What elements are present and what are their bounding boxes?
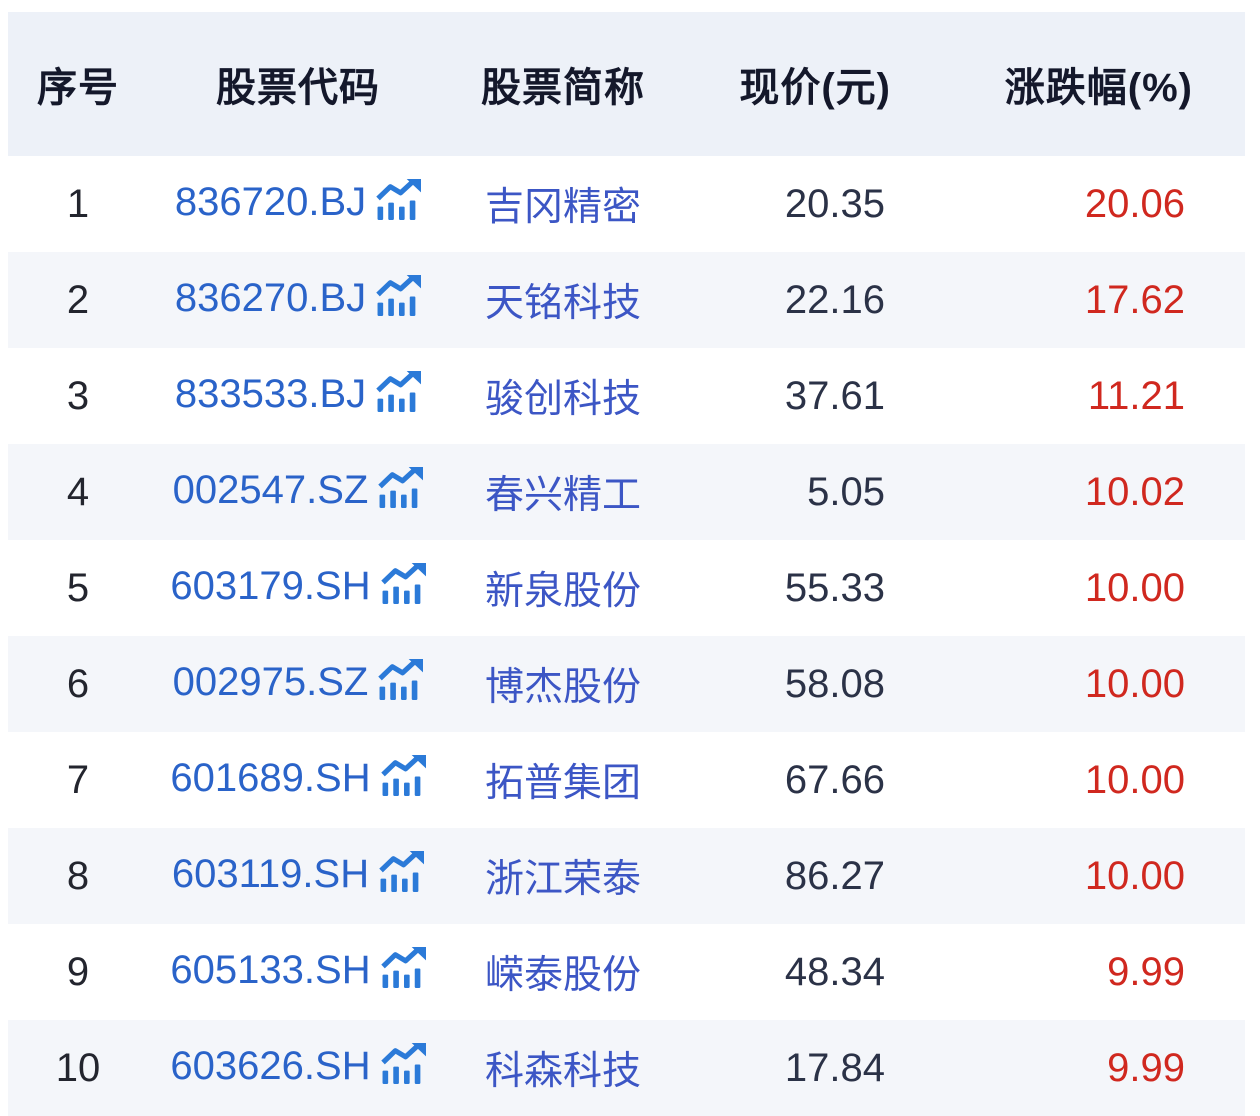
stock-code-cell[interactable]: 603626.SH bbox=[148, 1020, 448, 1116]
table-row: 4 002547.SZ 春兴精工 5.05 10.02 bbox=[8, 444, 1245, 540]
stock-price: 86.27 bbox=[678, 828, 893, 924]
trend-up-chart-icon[interactable] bbox=[376, 371, 421, 422]
stock-code-cell[interactable]: 833533.BJ bbox=[148, 348, 448, 444]
stock-name[interactable]: 浙江荣泰 bbox=[448, 828, 678, 924]
stock-change-pct: 17.62 bbox=[893, 252, 1245, 348]
table-row: 9 605133.SH 嵘泰股份 48.34 9.99 bbox=[8, 924, 1245, 1020]
stock-code-link[interactable]: 836270.BJ bbox=[175, 276, 366, 320]
stock-name[interactable]: 拓普集团 bbox=[448, 732, 678, 828]
stock-name[interactable]: 吉冈精密 bbox=[448, 156, 678, 252]
table-row: 6 002975.SZ 博杰股份 58.08 10.00 bbox=[8, 636, 1245, 732]
stock-price: 5.05 bbox=[678, 444, 893, 540]
trend-up-chart-icon[interactable] bbox=[376, 179, 421, 230]
trend-up-chart-icon[interactable] bbox=[381, 947, 426, 998]
table-row: 5 603179.SH 新泉股份 55.33 10.00 bbox=[8, 540, 1245, 636]
row-index: 8 bbox=[8, 828, 148, 924]
stock-price: 37.61 bbox=[678, 348, 893, 444]
stock-code-link[interactable]: 603179.SH bbox=[170, 564, 370, 608]
stock-price: 22.16 bbox=[678, 252, 893, 348]
trend-up-chart-icon[interactable] bbox=[381, 1043, 426, 1094]
stock-change-pct: 10.00 bbox=[893, 636, 1245, 732]
stock-code-cell[interactable]: 002547.SZ bbox=[148, 444, 448, 540]
stock-name[interactable]: 天铭科技 bbox=[448, 252, 678, 348]
row-index: 9 bbox=[8, 924, 148, 1020]
stock-name[interactable]: 嵘泰股份 bbox=[448, 924, 678, 1020]
stock-change-pct: 9.99 bbox=[893, 924, 1245, 1020]
stock-change-pct: 10.02 bbox=[893, 444, 1245, 540]
stock-change-pct: 10.00 bbox=[893, 732, 1245, 828]
stock-code-link[interactable]: 002975.SZ bbox=[173, 660, 369, 704]
stock-code-link[interactable]: 833533.BJ bbox=[175, 372, 366, 416]
stock-name[interactable]: 骏创科技 bbox=[448, 348, 678, 444]
stock-price: 17.84 bbox=[678, 1020, 893, 1116]
trend-up-chart-icon[interactable] bbox=[381, 563, 426, 614]
table-row: 1 836720.BJ 吉冈精密 20.35 20.06 bbox=[8, 156, 1245, 252]
stock-code-link[interactable]: 603626.SH bbox=[170, 1044, 370, 1088]
stock-code-link[interactable]: 002547.SZ bbox=[173, 468, 369, 512]
row-index: 2 bbox=[8, 252, 148, 348]
stock-code-link[interactable]: 836720.BJ bbox=[175, 180, 366, 224]
trend-up-chart-icon[interactable] bbox=[378, 659, 423, 710]
stock-price: 55.33 bbox=[678, 540, 893, 636]
row-index: 1 bbox=[8, 156, 148, 252]
stock-code-link[interactable]: 603119.SH bbox=[172, 852, 369, 896]
stock-name[interactable]: 博杰股份 bbox=[448, 636, 678, 732]
stock-price: 48.34 bbox=[678, 924, 893, 1020]
stock-code-cell[interactable]: 603119.SH bbox=[148, 828, 448, 924]
stock-code-cell[interactable]: 603179.SH bbox=[148, 540, 448, 636]
header-index: 序号 bbox=[8, 12, 148, 156]
trend-up-chart-icon[interactable] bbox=[376, 275, 421, 326]
table-row: 8 603119.SH 浙江荣泰 86.27 10.00 bbox=[8, 828, 1245, 924]
table-row: 10 603626.SH 科森科技 17.84 9.99 bbox=[8, 1020, 1245, 1116]
stock-price: 67.66 bbox=[678, 732, 893, 828]
row-index: 6 bbox=[8, 636, 148, 732]
stock-change-pct: 10.00 bbox=[893, 540, 1245, 636]
trend-up-chart-icon[interactable] bbox=[381, 755, 426, 806]
stock-table: 序号 股票代码 股票简称 现价(元) 涨跌幅(%) 1 836720.BJ 吉冈… bbox=[8, 12, 1245, 1116]
table-header-row: 序号 股票代码 股票简称 现价(元) 涨跌幅(%) bbox=[8, 12, 1245, 156]
stock-code-cell[interactable]: 605133.SH bbox=[148, 924, 448, 1020]
row-index: 4 bbox=[8, 444, 148, 540]
stock-name[interactable]: 新泉股份 bbox=[448, 540, 678, 636]
row-index: 5 bbox=[8, 540, 148, 636]
stock-change-pct: 20.06 bbox=[893, 156, 1245, 252]
header-price: 现价(元) bbox=[678, 12, 893, 156]
stock-code-cell[interactable]: 002975.SZ bbox=[148, 636, 448, 732]
table-row: 7 601689.SH 拓普集团 67.66 10.00 bbox=[8, 732, 1245, 828]
row-index: 10 bbox=[8, 1020, 148, 1116]
row-index: 7 bbox=[8, 732, 148, 828]
header-change: 涨跌幅(%) bbox=[893, 12, 1245, 156]
stock-price: 20.35 bbox=[678, 156, 893, 252]
header-code: 股票代码 bbox=[148, 12, 448, 156]
stock-code-cell[interactable]: 836270.BJ bbox=[148, 252, 448, 348]
stock-code-link[interactable]: 601689.SH bbox=[170, 756, 370, 800]
stock-change-pct: 9.99 bbox=[893, 1020, 1245, 1116]
stock-code-link[interactable]: 605133.SH bbox=[170, 948, 370, 992]
stock-change-pct: 11.21 bbox=[893, 348, 1245, 444]
row-index: 3 bbox=[8, 348, 148, 444]
stock-change-pct: 10.00 bbox=[893, 828, 1245, 924]
header-name: 股票简称 bbox=[448, 12, 678, 156]
stock-name[interactable]: 科森科技 bbox=[448, 1020, 678, 1116]
stock-code-cell[interactable]: 601689.SH bbox=[148, 732, 448, 828]
table-row: 2 836270.BJ 天铭科技 22.16 17.62 bbox=[8, 252, 1245, 348]
trend-up-chart-icon[interactable] bbox=[378, 467, 423, 518]
stock-price: 58.08 bbox=[678, 636, 893, 732]
stock-code-cell[interactable]: 836720.BJ bbox=[148, 156, 448, 252]
stock-name[interactable]: 春兴精工 bbox=[448, 444, 678, 540]
trend-up-chart-icon[interactable] bbox=[379, 851, 424, 902]
table-row: 3 833533.BJ 骏创科技 37.61 11.21 bbox=[8, 348, 1245, 444]
